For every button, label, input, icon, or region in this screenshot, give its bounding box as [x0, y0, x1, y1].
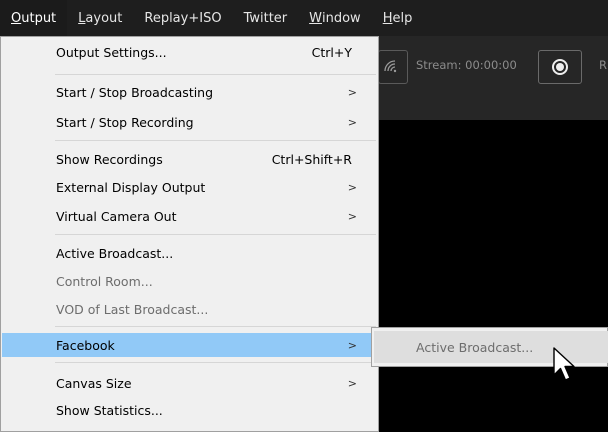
menu-item-label: External Display Output: [56, 179, 206, 195]
menu-item-label: Output Settings...: [56, 44, 167, 60]
submenu-arrow-icon: >: [347, 376, 357, 390]
menu-item-label: Facebook: [56, 337, 115, 353]
menu-item-label: Canvas Size: [56, 375, 132, 391]
menu-window-rest: indow: [322, 10, 361, 26]
menu-separator: [55, 140, 376, 141]
mouse-cursor-icon: [553, 347, 575, 381]
output-menu: Output Settings... Ctrl+Y Start / Stop B…: [0, 36, 379, 432]
menu-separator: [55, 74, 376, 75]
menu-layout-rest: ayout: [85, 10, 123, 26]
menu-window[interactable]: Window: [298, 0, 372, 36]
menu-item-show-statistics[interactable]: Show Statistics...: [2, 398, 377, 422]
broadcast-button[interactable]: [378, 50, 408, 84]
menu-bar: Output Layout Replay+ISO Twitter Window …: [0, 0, 608, 36]
wireless-icon: [384, 60, 397, 73]
menu-item-label: Start / Stop Broadcasting: [56, 84, 214, 100]
menu-item-label: VOD of Last Broadcast...: [56, 301, 209, 317]
menu-item-vod-last-broadcast: VOD of Last Broadcast...: [2, 297, 377, 321]
menu-replay-iso-label: Replay+ISO: [144, 10, 222, 26]
submenu-arrow-icon: >: [347, 180, 357, 194]
menu-item-label: Control Room...: [56, 273, 153, 289]
submenu-item-label: Active Broadcast...: [416, 339, 534, 355]
menu-help-mnemonic: H: [382, 10, 393, 26]
menu-item-label: Virtual Camera Out: [56, 208, 177, 224]
menu-window-mnemonic: W: [309, 10, 322, 26]
menu-twitter[interactable]: Twitter: [233, 0, 299, 36]
record-button[interactable]: [538, 50, 582, 84]
menu-layout[interactable]: Layout: [67, 0, 133, 36]
menu-replay-iso[interactable]: Replay+ISO: [133, 0, 232, 36]
submenu-arrow-icon: >: [347, 85, 357, 99]
menu-item-show-recordings[interactable]: Show Recordings Ctrl+Shift+R: [2, 147, 377, 171]
menu-item-label: Show Recordings: [56, 151, 163, 167]
menu-output[interactable]: Output: [0, 0, 68, 36]
menu-item-facebook[interactable]: Facebook >: [2, 333, 377, 357]
shortcut-text: Ctrl+Y: [311, 44, 352, 60]
menu-item-external-display-output[interactable]: External Display Output >: [2, 175, 377, 199]
menu-item-active-broadcast[interactable]: Active Broadcast...: [2, 241, 377, 265]
menu-separator: [55, 234, 376, 235]
menu-separator: [55, 326, 376, 327]
menu-item-canvas-size[interactable]: Canvas Size >: [2, 371, 377, 395]
record-icon: [552, 59, 568, 75]
menu-output-mnemonic: O: [11, 10, 22, 26]
menu-help-rest: elp: [392, 10, 413, 26]
menu-item-virtual-camera-out[interactable]: Virtual Camera Out >: [2, 204, 377, 228]
menu-twitter-label: Twitter: [243, 10, 288, 26]
menu-item-label: Start / Stop Recording: [56, 114, 194, 130]
menu-layout-mnemonic: L: [78, 10, 86, 26]
menu-item-start-stop-recording[interactable]: Start / Stop Recording >: [2, 110, 377, 134]
stream-timer: Stream: 00:00:00: [416, 58, 517, 72]
submenu-arrow-icon: >: [347, 338, 357, 352]
menu-item-start-stop-broadcasting[interactable]: Start / Stop Broadcasting >: [2, 80, 377, 104]
menu-help[interactable]: Help: [372, 0, 424, 36]
submenu-arrow-icon: >: [347, 115, 357, 129]
menu-item-control-room: Control Room...: [2, 269, 377, 293]
menu-output-rest: utput: [21, 10, 57, 26]
shortcut-text: Ctrl+Shift+R: [271, 151, 352, 167]
submenu-arrow-icon: >: [347, 209, 357, 223]
record-label: R: [599, 58, 607, 72]
menu-item-output-settings[interactable]: Output Settings... Ctrl+Y: [2, 40, 377, 64]
menu-separator: [55, 362, 376, 363]
menu-item-label: Show Statistics...: [56, 402, 163, 418]
menu-item-label: Active Broadcast...: [56, 245, 174, 261]
